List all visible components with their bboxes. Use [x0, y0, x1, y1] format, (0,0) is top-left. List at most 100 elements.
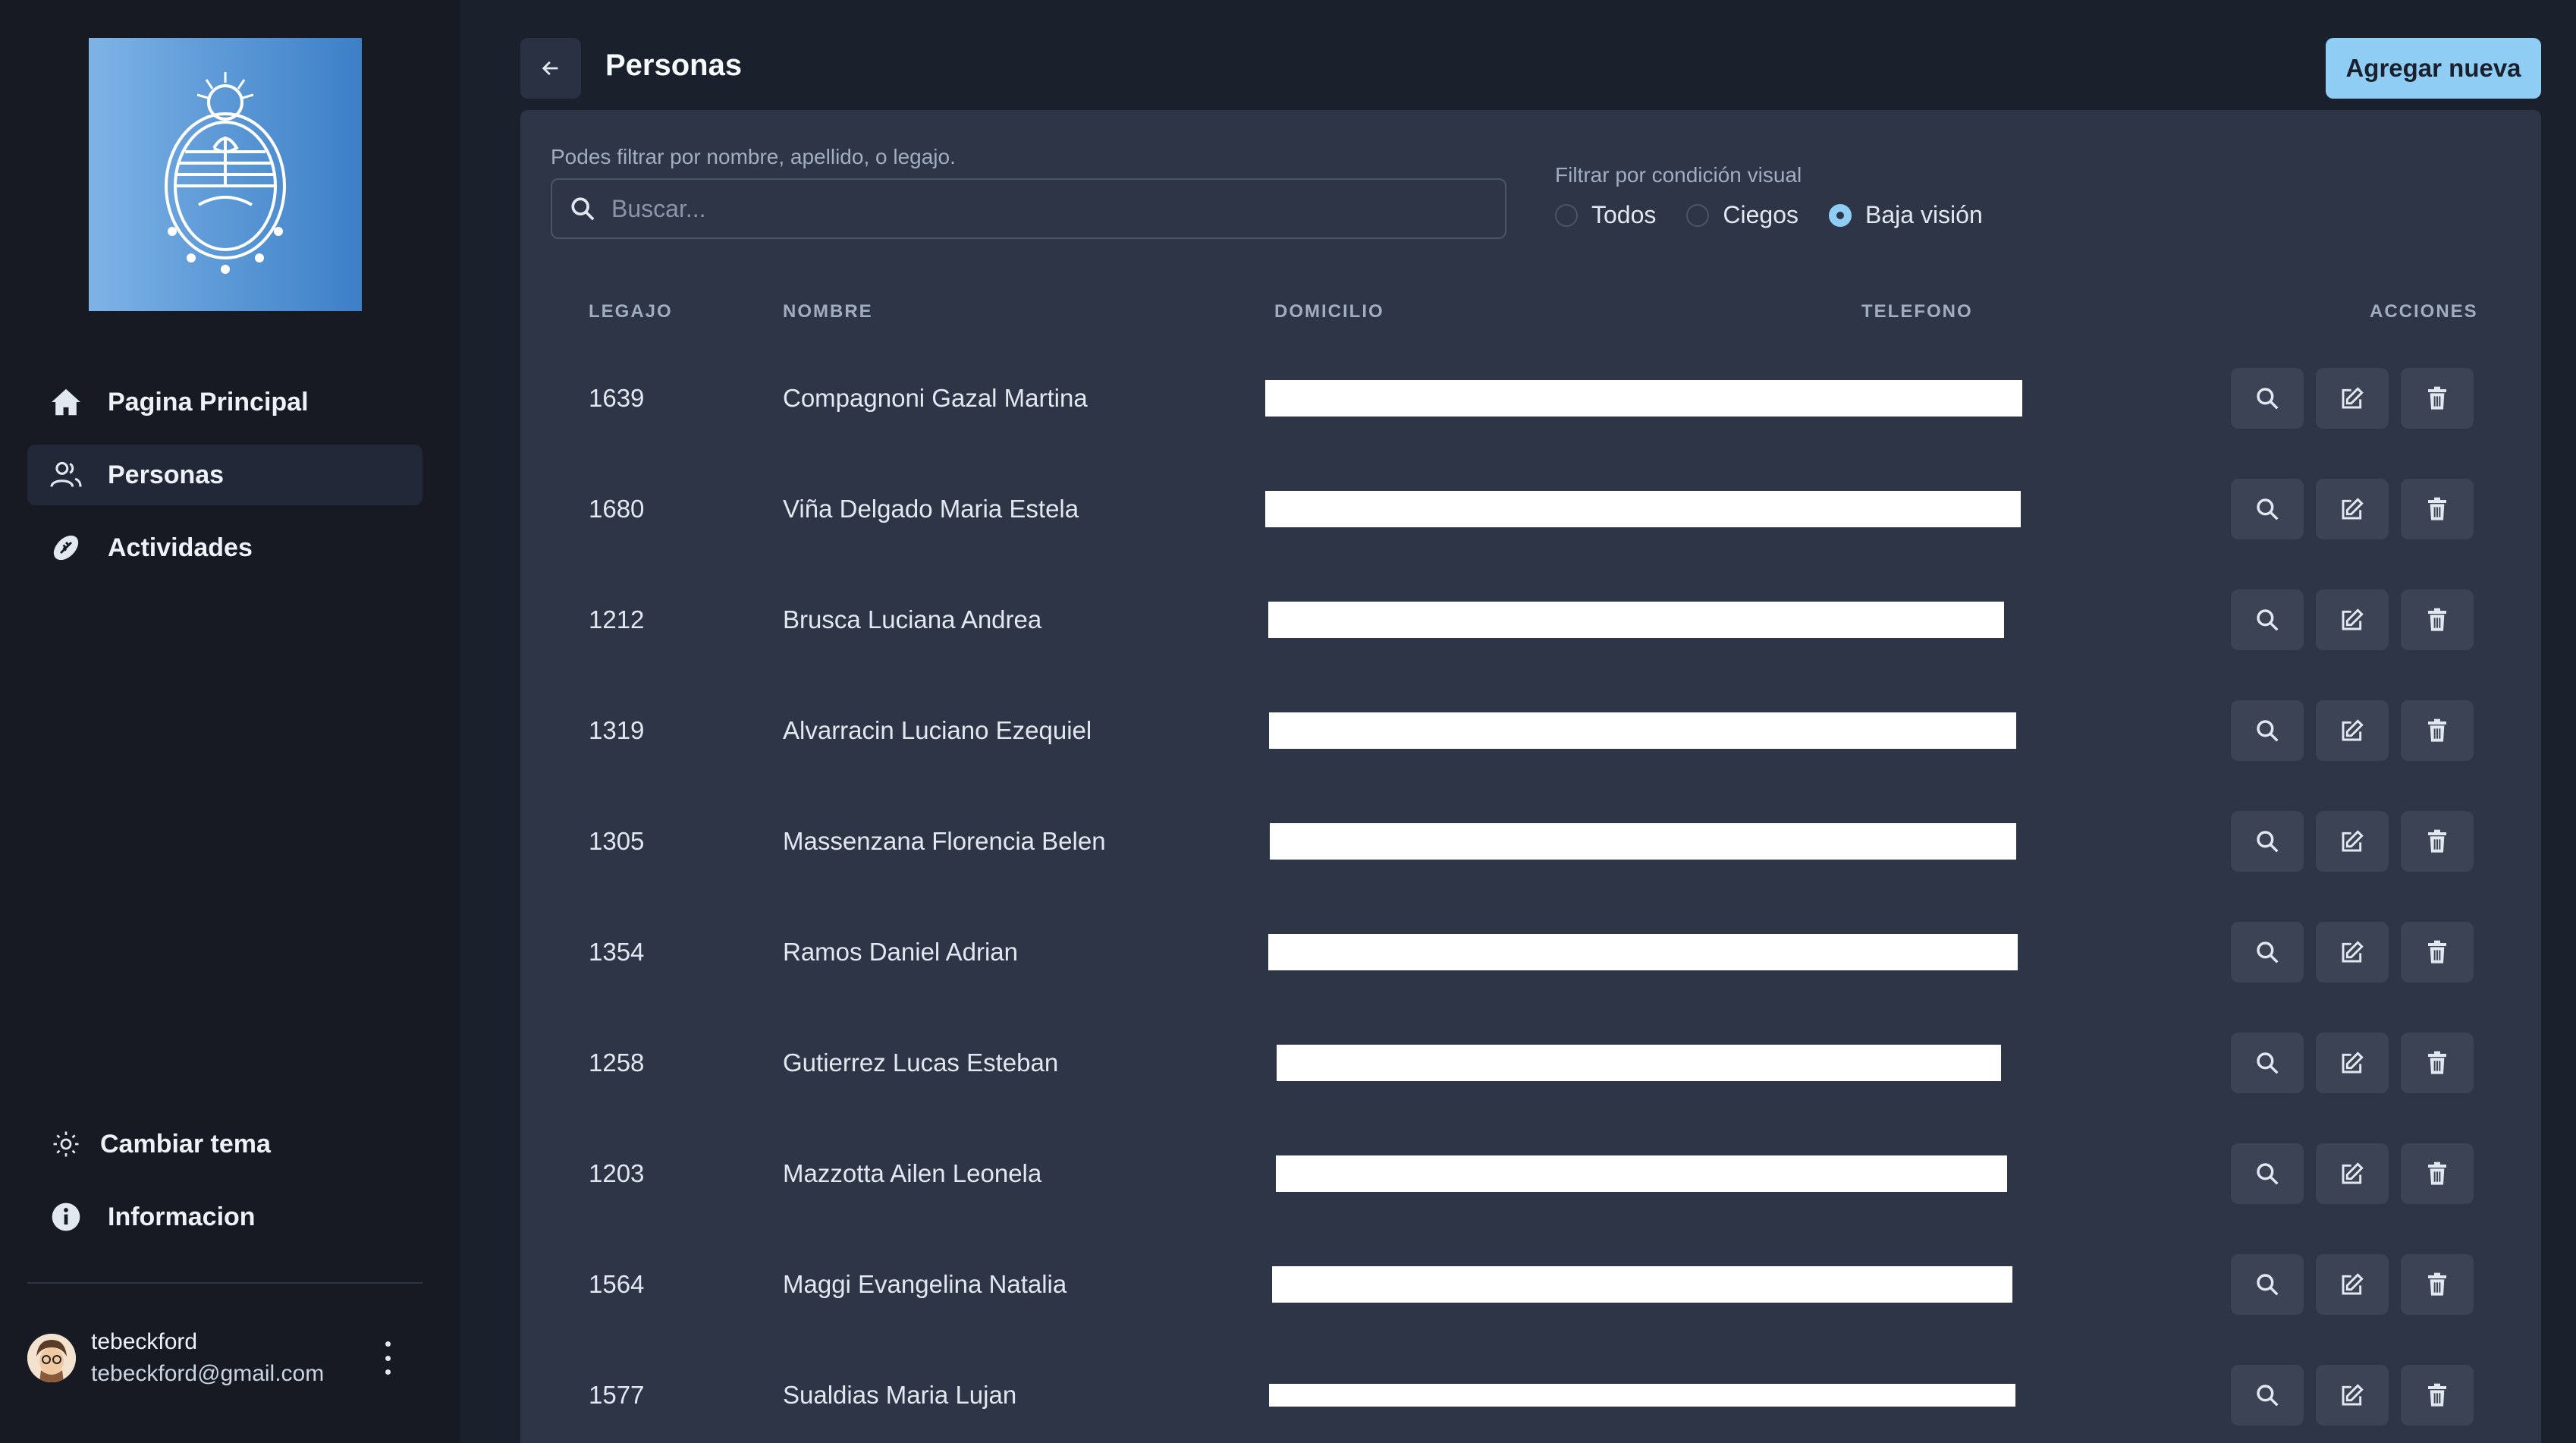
user-email: tebeckford@gmail.com: [91, 1361, 325, 1386]
radio-label: Baja visión: [1865, 201, 1983, 228]
cell-legajo: 1305: [589, 827, 645, 855]
search-icon: [2257, 1163, 2279, 1185]
edit-button[interactable]: [2316, 1365, 2389, 1426]
sidebar-item-label: Pagina Principal: [108, 387, 309, 417]
search-icon: [2257, 498, 2279, 520]
view-button[interactable]: [2231, 1254, 2304, 1315]
sidebar-item-personas[interactable]: Personas: [27, 445, 423, 505]
radio-todos[interactable]: Todos: [1555, 201, 1656, 229]
trash-icon: [2428, 1162, 2446, 1185]
cell-legajo: 1680: [589, 495, 645, 523]
edit-icon: [2342, 830, 2364, 852]
radio-baja-vision[interactable]: Baja visión: [1829, 201, 1983, 229]
view-button[interactable]: [2231, 479, 2304, 539]
sidebar: Pagina Principal Personas Actividades Ca…: [0, 0, 460, 1443]
edit-button[interactable]: [2316, 1143, 2389, 1204]
column-header-acciones: ACCIONES: [2370, 301, 2478, 322]
edit-button[interactable]: [2316, 1254, 2389, 1315]
cell-legajo: 1577: [589, 1381, 645, 1409]
edit-button[interactable]: [2316, 1033, 2389, 1093]
view-button[interactable]: [2231, 1033, 2304, 1093]
delete-button[interactable]: [2401, 811, 2474, 872]
view-button[interactable]: [2231, 1365, 2304, 1426]
edit-icon: [2342, 1052, 2364, 1074]
info-button[interactable]: Informacion: [27, 1187, 423, 1247]
table-row: 1564 Maggi Evangelina Natalia: [520, 1229, 2541, 1340]
edit-button[interactable]: [2316, 700, 2389, 761]
edit-icon: [2342, 498, 2364, 520]
redacted-address-phone: [1270, 823, 2016, 860]
edit-button[interactable]: [2316, 922, 2389, 982]
search-icon: [567, 193, 598, 224]
sidebar-item-label: Personas: [108, 460, 225, 489]
radio-ciegos[interactable]: Ciegos: [1686, 201, 1798, 229]
view-button[interactable]: [2231, 700, 2304, 761]
redacted-address-phone: [1265, 491, 2021, 527]
table-row: 1258 Gutierrez Lucas Esteban: [520, 1008, 2541, 1118]
edit-button[interactable]: [2316, 368, 2389, 429]
football-icon: [49, 530, 83, 565]
search-icon: [2257, 1385, 2279, 1407]
sidebar-item-label: Informacion: [108, 1202, 256, 1231]
sidebar-item-actividades[interactable]: Actividades: [27, 517, 423, 578]
edit-button[interactable]: [2316, 589, 2389, 650]
radio-label: Ciegos: [1723, 201, 1798, 228]
delete-button[interactable]: [2401, 1143, 2474, 1204]
cell-nombre: Compagnoni Gazal Martina: [783, 384, 1088, 412]
delete-button[interactable]: [2401, 479, 2474, 539]
view-button[interactable]: [2231, 922, 2304, 982]
cell-legajo: 1564: [589, 1270, 645, 1298]
search-hint: Podes filtrar por nombre, apellido, o le…: [551, 145, 956, 168]
delete-button[interactable]: [2401, 1254, 2474, 1315]
cell-legajo: 1212: [589, 605, 645, 633]
delete-button[interactable]: [2401, 700, 2474, 761]
cell-nombre: Massenzana Florencia Belen: [783, 827, 1106, 855]
delete-button[interactable]: [2401, 1033, 2474, 1093]
edit-button[interactable]: [2316, 479, 2389, 539]
view-button[interactable]: [2231, 811, 2304, 872]
table-row: 1639 Compagnoni Gazal Martina: [520, 343, 2541, 454]
cell-legajo: 1203: [589, 1159, 645, 1187]
edit-button[interactable]: [2316, 811, 2389, 872]
radio-circle: [1555, 203, 1578, 227]
cell-nombre: Gutierrez Lucas Esteban: [783, 1048, 1059, 1077]
sidebar-item-pagina-principal[interactable]: Pagina Principal: [27, 372, 423, 432]
column-header-nombre: NOMBRE: [783, 301, 873, 322]
more-options-icon[interactable]: [380, 1341, 395, 1375]
cell-nombre: Sualdias Maria Lujan: [783, 1381, 1017, 1409]
trash-icon: [2428, 1051, 2446, 1074]
delete-button[interactable]: [2401, 589, 2474, 650]
table-row: 1305 Massenzana Florencia Belen: [520, 786, 2541, 897]
table-row: 1212 Brusca Luciana Andrea: [520, 564, 2541, 675]
add-new-button[interactable]: Agregar nueva: [2326, 38, 2541, 99]
edit-icon: [2342, 1273, 2364, 1295]
back-button[interactable]: [520, 38, 581, 99]
cell-nombre: Mazzotta Ailen Leonela: [783, 1159, 1042, 1187]
coat-of-arms-logo: [89, 38, 362, 311]
view-button[interactable]: [2231, 368, 2304, 429]
search-icon: [2257, 720, 2279, 742]
trash-icon: [2428, 1383, 2446, 1407]
column-header-domicilio: DOMICILIO: [1274, 301, 1384, 322]
change-theme-button[interactable]: Cambiar tema: [27, 1114, 423, 1174]
redacted-address-phone: [1272, 1266, 2012, 1303]
delete-button[interactable]: [2401, 922, 2474, 982]
page-title: Personas: [605, 49, 743, 82]
view-button[interactable]: [2231, 589, 2304, 650]
view-button[interactable]: [2231, 1143, 2304, 1204]
edit-icon: [2342, 1384, 2364, 1406]
search-icon: [2257, 831, 2279, 853]
redacted-address-phone: [1277, 1045, 2001, 1081]
edit-icon: [2342, 387, 2364, 409]
cell-nombre: Brusca Luciana Andrea: [783, 605, 1042, 633]
column-header-telefono: TELEFONO: [1861, 301, 1973, 322]
user-name: tebeckford: [91, 1329, 198, 1354]
cell-legajo: 1258: [589, 1048, 645, 1077]
delete-button[interactable]: [2401, 1365, 2474, 1426]
search-input[interactable]: [611, 194, 1484, 223]
visual-filter-radios: Todos Ciegos Baja visión: [1555, 201, 2013, 229]
radio-circle: [1829, 203, 1852, 227]
delete-button[interactable]: [2401, 368, 2474, 429]
user-profile: tebeckford tebeckford@gmail.com: [27, 1320, 423, 1396]
edit-icon: [2342, 1162, 2364, 1184]
